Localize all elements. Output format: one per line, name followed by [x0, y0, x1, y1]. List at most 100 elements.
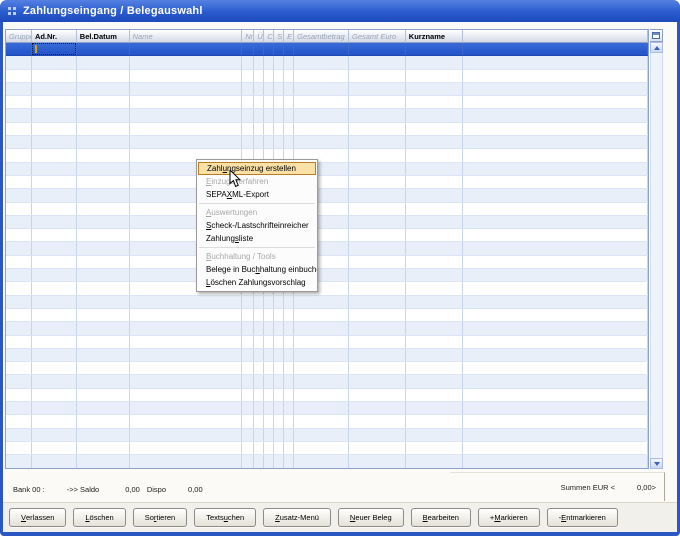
table-cell[interactable] — [274, 349, 284, 361]
table-cell[interactable] — [6, 43, 32, 55]
table-cell[interactable] — [6, 216, 32, 228]
table-cell[interactable] — [242, 296, 254, 308]
table-cell[interactable] — [264, 402, 274, 414]
vertical-scrollbar[interactable] — [650, 29, 663, 469]
table-cell[interactable] — [264, 415, 274, 427]
toolbar-button-5[interactable]: Neuer Beleg — [338, 508, 404, 527]
table-cell[interactable] — [130, 322, 243, 334]
table-cell[interactable] — [77, 455, 130, 467]
table-cell[interactable] — [294, 83, 349, 95]
table-cell[interactable] — [6, 282, 32, 294]
table-cell[interactable] — [406, 149, 463, 161]
table-cell[interactable] — [406, 203, 463, 215]
table-cell[interactable] — [264, 455, 274, 467]
table-cell[interactable] — [130, 96, 243, 108]
table-cell[interactable] — [294, 375, 349, 387]
table-cell[interactable] — [77, 309, 130, 321]
table-cell[interactable] — [77, 163, 130, 175]
table-cell[interactable] — [406, 136, 463, 148]
table-cell[interactable] — [264, 83, 274, 95]
table-cell[interactable] — [32, 322, 77, 334]
table-row[interactable] — [6, 123, 648, 136]
table-cell[interactable] — [264, 336, 274, 348]
table-cell[interactable] — [294, 362, 349, 374]
table-cell[interactable] — [32, 43, 77, 55]
table-cell[interactable] — [6, 362, 32, 374]
table-row[interactable] — [6, 375, 648, 388]
table-row[interactable] — [6, 389, 648, 402]
table-row[interactable] — [6, 309, 648, 322]
table-cell[interactable] — [284, 442, 294, 454]
table-cell[interactable] — [463, 229, 648, 241]
table-cell[interactable] — [294, 96, 349, 108]
column-header-7[interactable]: S — [274, 30, 284, 43]
table-cell[interactable] — [406, 442, 463, 454]
table-cell[interactable] — [32, 442, 77, 454]
table-cell[interactable] — [349, 309, 406, 321]
table-cell[interactable] — [32, 229, 77, 241]
table-cell[interactable] — [77, 216, 130, 228]
table-cell[interactable] — [274, 136, 284, 148]
table-cell[interactable] — [349, 136, 406, 148]
menu-item-9[interactable]: Belege in Buchhaltung einbuchen — [197, 263, 317, 276]
table-cell[interactable] — [32, 96, 77, 108]
table-cell[interactable] — [406, 229, 463, 241]
table-cell[interactable] — [463, 43, 648, 55]
table-cell[interactable] — [77, 282, 130, 294]
menu-item-5[interactable]: Scheck-/Lastschrifteinreicher — [197, 219, 317, 232]
table-cell[interactable] — [463, 455, 648, 467]
table-cell[interactable] — [274, 123, 284, 135]
column-header-1[interactable]: Ad.Nr. — [32, 30, 77, 43]
table-cell[interactable] — [130, 336, 243, 348]
table-cell[interactable] — [242, 442, 254, 454]
table-cell[interactable] — [349, 282, 406, 294]
column-header-2[interactable]: Bel.Datum — [77, 30, 130, 43]
table-cell[interactable] — [254, 296, 264, 308]
table-cell[interactable] — [130, 109, 243, 121]
table-cell[interactable] — [463, 415, 648, 427]
table-cell[interactable] — [463, 203, 648, 215]
table-cell[interactable] — [274, 43, 284, 55]
table-cell[interactable] — [349, 349, 406, 361]
table-cell[interactable] — [254, 442, 264, 454]
table-row[interactable] — [6, 442, 648, 455]
table-cell[interactable] — [130, 309, 243, 321]
column-header-10[interactable]: Gesamt Euro — [349, 30, 406, 43]
table-cell[interactable] — [294, 136, 349, 148]
title-bar[interactable]: Zahlungseingang / Belegauswahl — [0, 0, 680, 22]
table-cell[interactable] — [264, 375, 274, 387]
table-cell[interactable] — [77, 349, 130, 361]
table-cell[interactable] — [130, 349, 243, 361]
column-header-11[interactable]: Kurzname — [406, 30, 463, 43]
table-cell[interactable] — [349, 442, 406, 454]
table-cell[interactable] — [77, 123, 130, 135]
table-cell[interactable] — [130, 136, 243, 148]
table-cell[interactable] — [6, 109, 32, 121]
table-cell[interactable] — [6, 96, 32, 108]
table-row[interactable] — [6, 296, 648, 309]
table-cell[interactable] — [463, 322, 648, 334]
table-cell[interactable] — [32, 123, 77, 135]
table-cell[interactable] — [242, 123, 254, 135]
table-cell[interactable] — [6, 123, 32, 135]
toolbar-button-6[interactable]: Bearbeiten — [411, 508, 471, 527]
table-cell[interactable] — [77, 375, 130, 387]
table-cell[interactable] — [77, 442, 130, 454]
menu-item-0[interactable]: Zahlungseinzug erstellen — [198, 162, 316, 175]
table-cell[interactable] — [349, 83, 406, 95]
table-cell[interactable] — [294, 336, 349, 348]
table-cell[interactable] — [77, 229, 130, 241]
table-cell[interactable] — [32, 136, 77, 148]
table-cell[interactable] — [294, 349, 349, 361]
table-cell[interactable] — [294, 109, 349, 121]
table-row[interactable] — [6, 429, 648, 442]
table-cell[interactable] — [254, 402, 264, 414]
table-cell[interactable] — [463, 269, 648, 281]
table-cell[interactable] — [6, 136, 32, 148]
table-cell[interactable] — [6, 375, 32, 387]
table-cell[interactable] — [254, 43, 264, 55]
table-cell[interactable] — [349, 176, 406, 188]
table-cell[interactable] — [77, 415, 130, 427]
table-row[interactable] — [6, 269, 648, 282]
table-cell[interactable] — [130, 375, 243, 387]
